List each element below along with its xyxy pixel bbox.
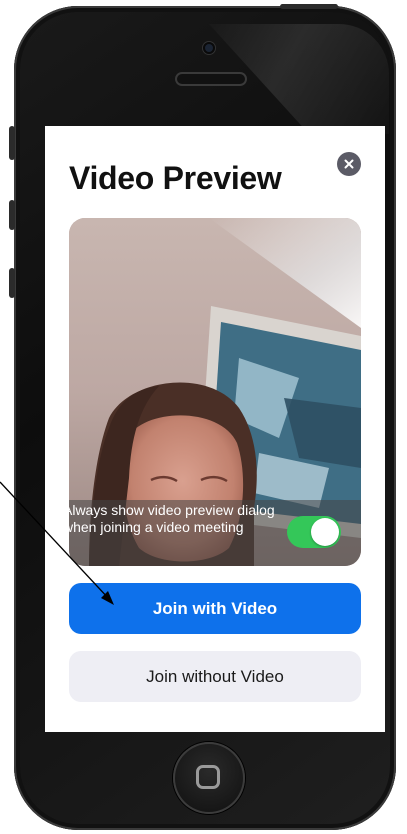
close-icon <box>344 159 354 169</box>
dialog-title: Video Preview <box>69 160 282 196</box>
always-show-preview-toggle[interactable] <box>287 516 341 548</box>
join-with-video-button[interactable]: Join with Video <box>69 583 361 634</box>
screen: Video Preview Always show video preview … <box>45 126 385 732</box>
front-camera <box>203 42 215 54</box>
home-button[interactable] <box>173 742 245 814</box>
join-without-video-button[interactable]: Join without Video <box>69 651 361 702</box>
earpiece-speaker <box>175 72 247 86</box>
mute-switch <box>9 126 15 160</box>
home-square-icon <box>196 765 220 789</box>
volume-up-button <box>9 200 15 230</box>
toggle-knob <box>311 518 339 546</box>
close-button[interactable] <box>337 152 361 176</box>
always-show-preview-label: Always show video preview dialog when jo… <box>63 502 275 535</box>
volume-down-button <box>9 268 15 298</box>
power-button <box>280 4 338 9</box>
